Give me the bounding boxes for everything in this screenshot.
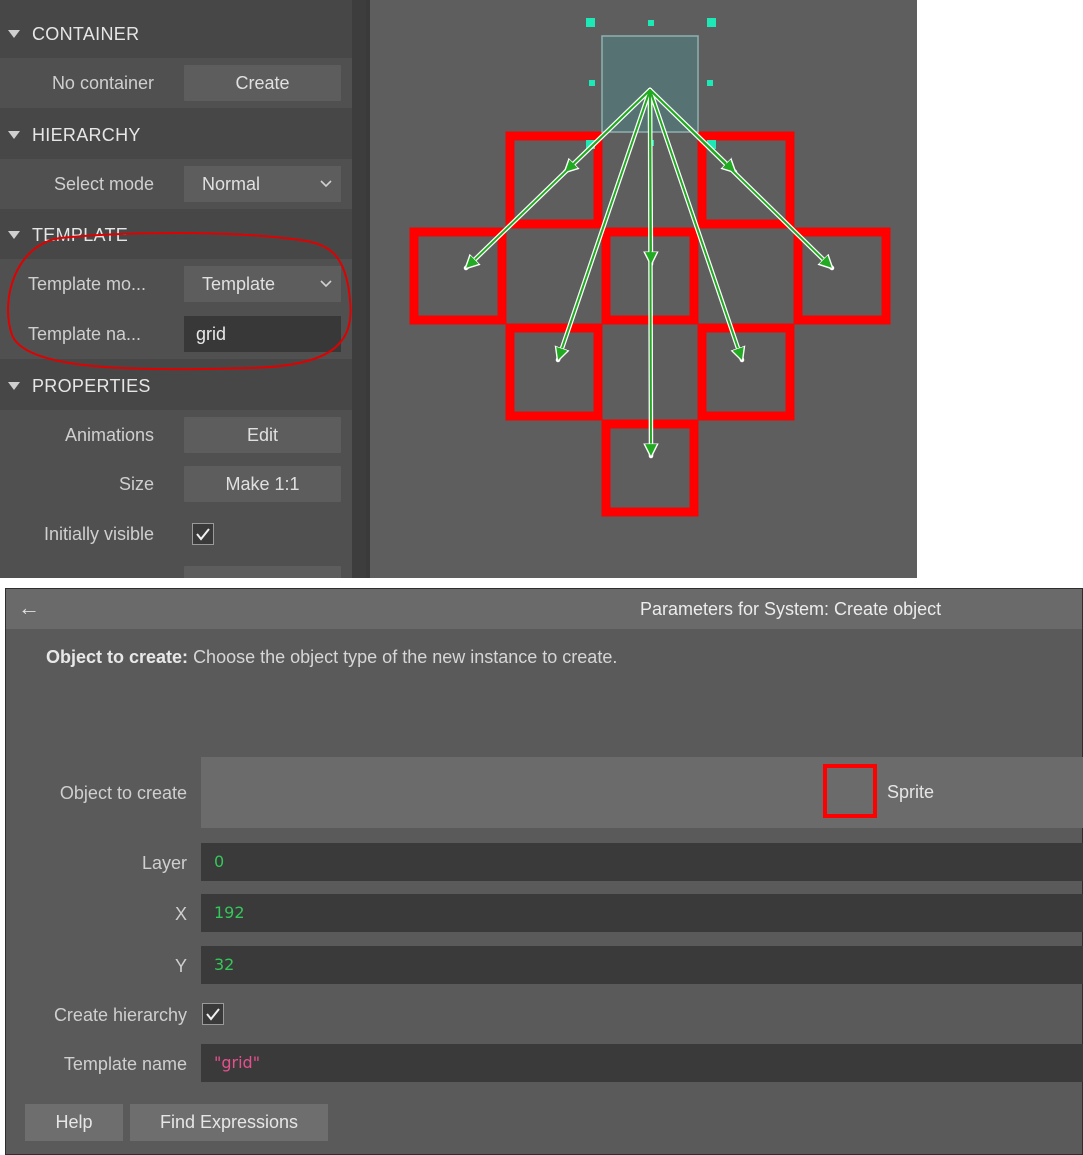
parameter-description: Object to create: Choose the object type… <box>46 647 617 668</box>
x-label: X <box>174 904 187 924</box>
x-input[interactable]: 192 <box>201 894 1083 932</box>
find-expressions-button[interactable]: Find Expressions <box>130 1104 328 1141</box>
link-arrows <box>463 87 835 459</box>
resize-handle <box>707 18 716 27</box>
create-hierarchy-checkbox[interactable] <box>202 1003 224 1025</box>
parameters-dialog: ← Parameters for System: Create object O… <box>5 588 1083 1155</box>
highlight-annotation <box>7 232 352 371</box>
template-name-param-input[interactable]: "grid" <box>201 1044 1083 1082</box>
layer-value: 0 <box>214 852 225 871</box>
properties-panel: CONTAINER No container Create HIERARCHY … <box>0 0 352 578</box>
arrow <box>466 89 651 268</box>
resize-handle <box>707 80 713 86</box>
resize-handle <box>586 18 595 27</box>
help-button[interactable]: Help <box>25 1104 123 1141</box>
y-value: 32 <box>214 955 235 974</box>
canvas-drawing <box>409 18 891 517</box>
layer-input[interactable]: 0 <box>201 843 1083 881</box>
object-picker[interactable]: Sprite <box>201 757 1083 828</box>
create-hierarchy-label: Create hierarchy <box>53 1005 187 1025</box>
template-name-param-label: Template name <box>63 1054 187 1074</box>
layer-label: Layer <box>141 853 187 873</box>
description-bold: Object to create: <box>46 647 189 667</box>
back-arrow-icon[interactable]: ← <box>18 595 40 621</box>
grid-cell <box>697 131 795 229</box>
sprite-thumbnail-icon <box>823 764 877 818</box>
y-label: Y <box>174 956 187 976</box>
dialog-titlebar: ← Parameters for System: Create object <box>6 589 1082 629</box>
description-text: Choose the object type of the new instan… <box>193 647 618 667</box>
arrow <box>649 89 832 268</box>
grid-cell <box>505 323 603 421</box>
resize-handle <box>648 20 654 26</box>
checkmark-icon <box>206 1008 220 1021</box>
dialog-title: Parameters for System: Create object <box>640 599 942 619</box>
grid-cell <box>697 323 795 421</box>
y-input[interactable]: 32 <box>201 946 1083 984</box>
x-value: 192 <box>214 903 245 922</box>
layout-canvas[interactable] <box>370 0 917 578</box>
object-to-create-label: Object to create <box>59 783 187 803</box>
object-to-create-value: Sprite <box>887 782 935 802</box>
template-name-param-value: "grid" <box>214 1053 261 1072</box>
resize-handle <box>589 80 595 86</box>
arrow <box>650 89 651 456</box>
